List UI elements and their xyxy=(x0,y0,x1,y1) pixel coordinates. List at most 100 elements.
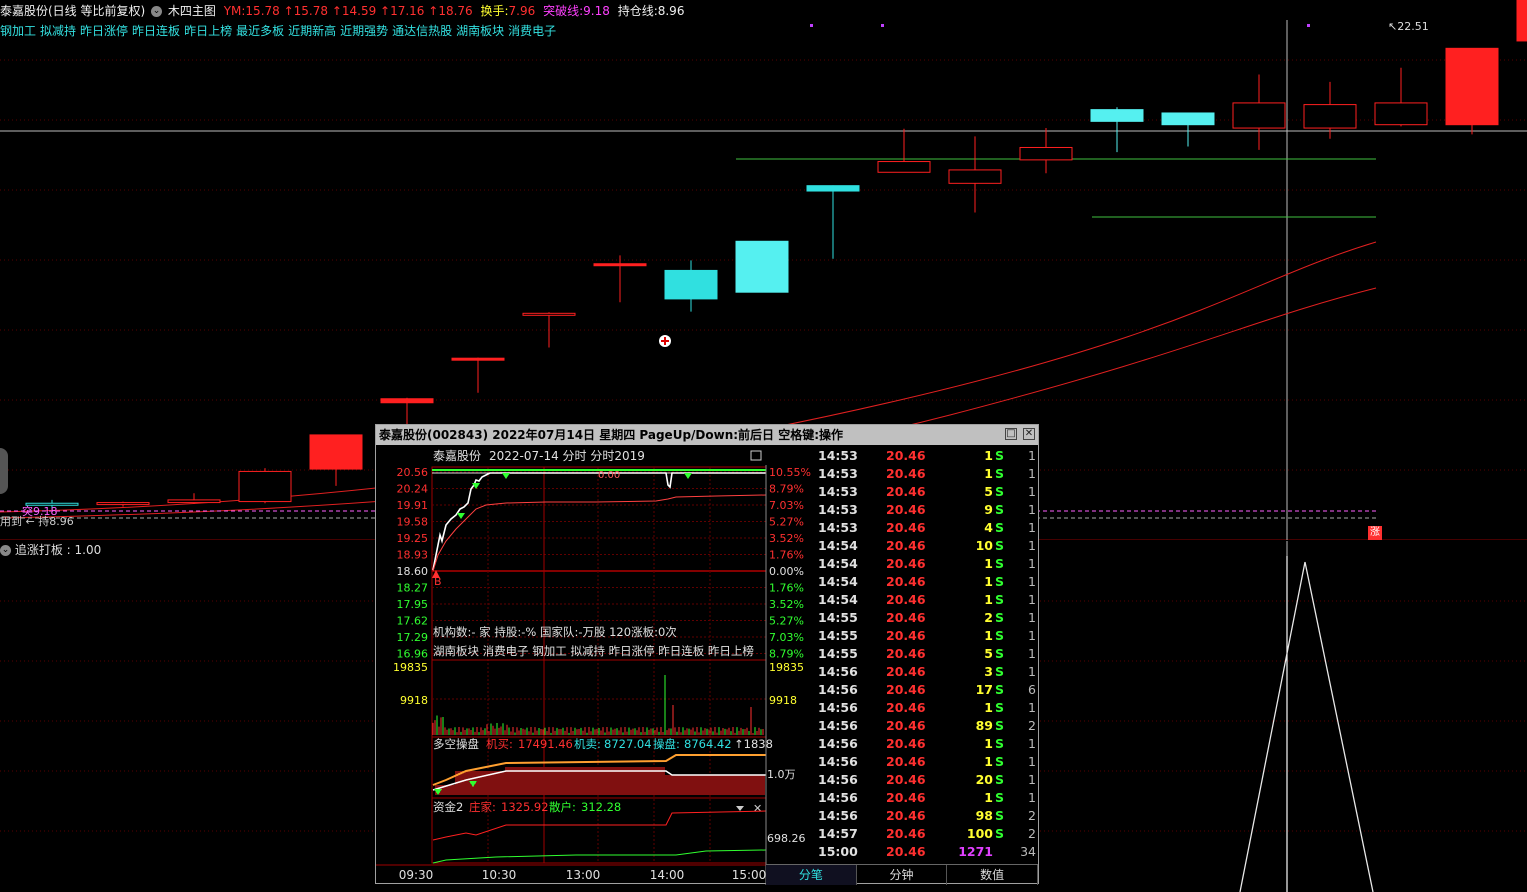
tick-t: 14:56 xyxy=(818,700,858,715)
zj-dropdown-icon xyxy=(736,806,744,811)
tick-v: 1 xyxy=(984,700,993,715)
tick-v: 3 xyxy=(984,664,993,679)
signal-dot xyxy=(810,24,813,27)
tab-2[interactable]: 数值 xyxy=(947,865,1039,885)
popup-title[interactable]: 泰嘉股份(002843) 2022年07月14日 星期四 PageUp/Down… xyxy=(376,425,1038,445)
tab-0[interactable]: 分笔 xyxy=(766,865,857,885)
dk-extra: ↑1838 xyxy=(734,737,773,751)
signal-arrow-icon xyxy=(502,473,510,479)
candle-body xyxy=(451,357,505,361)
tick-row[interactable]: 14:56 20.46 17 S 6 xyxy=(816,681,1038,699)
buy-mark: B xyxy=(434,575,442,588)
time-label: 15:00 xyxy=(732,868,767,882)
spike-indicator xyxy=(1239,556,1374,892)
volume-top-label: 19835 xyxy=(393,661,428,674)
price-tick-label: 20.56 xyxy=(397,466,429,479)
price-tick-label: 17.29 xyxy=(397,631,429,644)
time-label: 13:00 xyxy=(566,868,601,882)
signal-dot xyxy=(1307,24,1310,27)
tick-row[interactable]: 14:56 20.46 20 S 1 xyxy=(816,771,1038,789)
tick-v: 4 xyxy=(984,520,993,535)
maximize-icon[interactable]: □ xyxy=(1005,428,1017,440)
zj-right-label: 698.26 xyxy=(767,832,806,845)
candle-body xyxy=(664,269,718,300)
intraday-popup[interactable]: 泰嘉股份(002843) 2022年07月14日 星期四 PageUp/Down… xyxy=(375,424,1039,885)
candle-body xyxy=(1019,146,1073,161)
zj-sh-value: 312.28 xyxy=(581,800,621,814)
zj-label: 资金2 xyxy=(433,800,463,814)
tick-row[interactable]: 14:56 20.46 1 S 1 xyxy=(816,735,1038,753)
tick-row[interactable]: 14:57 20.46 100 S 2 xyxy=(816,825,1038,843)
tick-row[interactable]: 14:54 20.46 1 S 1 xyxy=(816,555,1038,573)
tick-v: 1 xyxy=(984,592,993,607)
tick-row[interactable]: 14:53 20.46 5 S 1 xyxy=(816,483,1038,501)
tick-list[interactable]: 14:53 20.46 1 S 1 14:53 20.46 1 S 1 14:53 20.46 5 S 1 1… xyxy=(816,447,1038,861)
tick-n: 1 xyxy=(1028,502,1036,517)
tick-t: 14:53 xyxy=(818,466,858,481)
tick-row[interactable]: 14:54 20.46 1 S 1 xyxy=(816,573,1038,591)
candle-body xyxy=(735,240,789,293)
tick-n: 1 xyxy=(1028,772,1036,787)
tick-p: 20.46 xyxy=(886,754,926,769)
tick-row[interactable]: 14:56 20.46 1 S 1 xyxy=(816,753,1038,771)
price-tick-label: 20.24 xyxy=(397,483,429,496)
tick-t: 14:55 xyxy=(818,628,858,643)
tick-row[interactable]: 14:56 20.46 1 S 1 xyxy=(816,699,1038,717)
candle-body xyxy=(1161,112,1215,126)
dk-js-label: 机卖: xyxy=(574,737,601,751)
price-tick-label: 19.91 xyxy=(397,499,429,512)
tab-1[interactable]: 分钟 xyxy=(857,865,948,885)
candle-body xyxy=(96,502,150,506)
intraday-chart[interactable]: 泰嘉股份 2022-07-14 分时 分时2019 20.56 10.55% 20.24… xyxy=(376,445,816,885)
sub-indicator-icon[interactable]: ⌄ xyxy=(0,545,11,556)
tick-v: 1 xyxy=(984,466,993,481)
tick-v: 20 xyxy=(975,772,993,787)
tick-row[interactable]: 14:55 20.46 1 S 1 xyxy=(816,627,1038,645)
tick-s: S xyxy=(995,664,1005,679)
tick-row[interactable]: 14:53 20.46 9 S 1 xyxy=(816,501,1038,519)
tick-row[interactable]: 14:54 20.46 10 S 1 xyxy=(816,537,1038,555)
sub-indicator-label[interactable]: ⌄ 追涨打板 : 1.00 xyxy=(0,541,101,558)
tick-row[interactable]: 14:53 20.46 1 S 1 xyxy=(816,447,1038,465)
tick-v: 2 xyxy=(984,610,993,625)
tick-n: 1 xyxy=(1028,700,1036,715)
tick-row[interactable]: 14:53 20.46 4 S 1 xyxy=(816,519,1038,537)
tick-row[interactable]: 15:00 20.46 1271 34 xyxy=(816,843,1038,861)
tick-v: 1 xyxy=(984,736,993,751)
tick-p: 20.46 xyxy=(886,718,926,733)
tick-s: S xyxy=(995,628,1005,643)
tick-s: S xyxy=(995,808,1005,823)
zhang-badge[interactable]: 涨 xyxy=(1368,526,1382,540)
tick-t: 14:56 xyxy=(818,682,858,697)
tick-row[interactable]: 14:56 20.46 98 S 2 xyxy=(816,807,1038,825)
tick-row[interactable]: 14:55 20.46 5 S 1 xyxy=(816,645,1038,663)
tick-t: 14:56 xyxy=(818,808,858,823)
tick-v: 1 xyxy=(984,628,993,643)
tick-t: 14:53 xyxy=(818,502,858,517)
tick-row[interactable]: 14:56 20.46 1 S 1 xyxy=(816,789,1038,807)
tick-row[interactable]: 14:56 20.46 89 S 2 xyxy=(816,717,1038,735)
tick-n: 1 xyxy=(1028,592,1036,607)
side-collapse-handle[interactable] xyxy=(0,448,8,494)
tick-row[interactable]: 14:53 20.46 1 S 1 xyxy=(816,465,1038,483)
tick-row[interactable]: 14:54 20.46 1 S 1 xyxy=(816,591,1038,609)
close-icon[interactable]: ✕ xyxy=(1023,428,1035,440)
tick-row[interactable]: 14:56 20.46 3 S 1 xyxy=(816,663,1038,681)
pct-tick-label: 1.76% xyxy=(769,549,804,562)
tick-v: 1 xyxy=(984,790,993,805)
tick-tabs[interactable]: 分笔 分钟 数值 xyxy=(766,864,1039,885)
tick-s: S xyxy=(995,556,1005,571)
tick-s: S xyxy=(995,772,1005,787)
price-tick-label: 19.25 xyxy=(397,532,429,545)
dk-cp-value: 8764.42 xyxy=(684,737,732,751)
tick-n: 1 xyxy=(1028,646,1036,661)
tick-p: 20.46 xyxy=(886,808,926,823)
tick-s: S xyxy=(995,574,1005,589)
info-line-1: 机构数:- 家 持股:-% 国家队:-万股 120涨板:0次 xyxy=(433,625,677,639)
zj-line-red xyxy=(432,810,767,841)
tick-p: 20.46 xyxy=(886,610,926,625)
time-label: 09:30 xyxy=(399,868,434,882)
zj-sh-label: 散户: xyxy=(549,800,576,814)
tick-row[interactable]: 14:55 20.46 2 S 1 xyxy=(816,609,1038,627)
pct-tick-label: 8.79% xyxy=(769,483,804,496)
